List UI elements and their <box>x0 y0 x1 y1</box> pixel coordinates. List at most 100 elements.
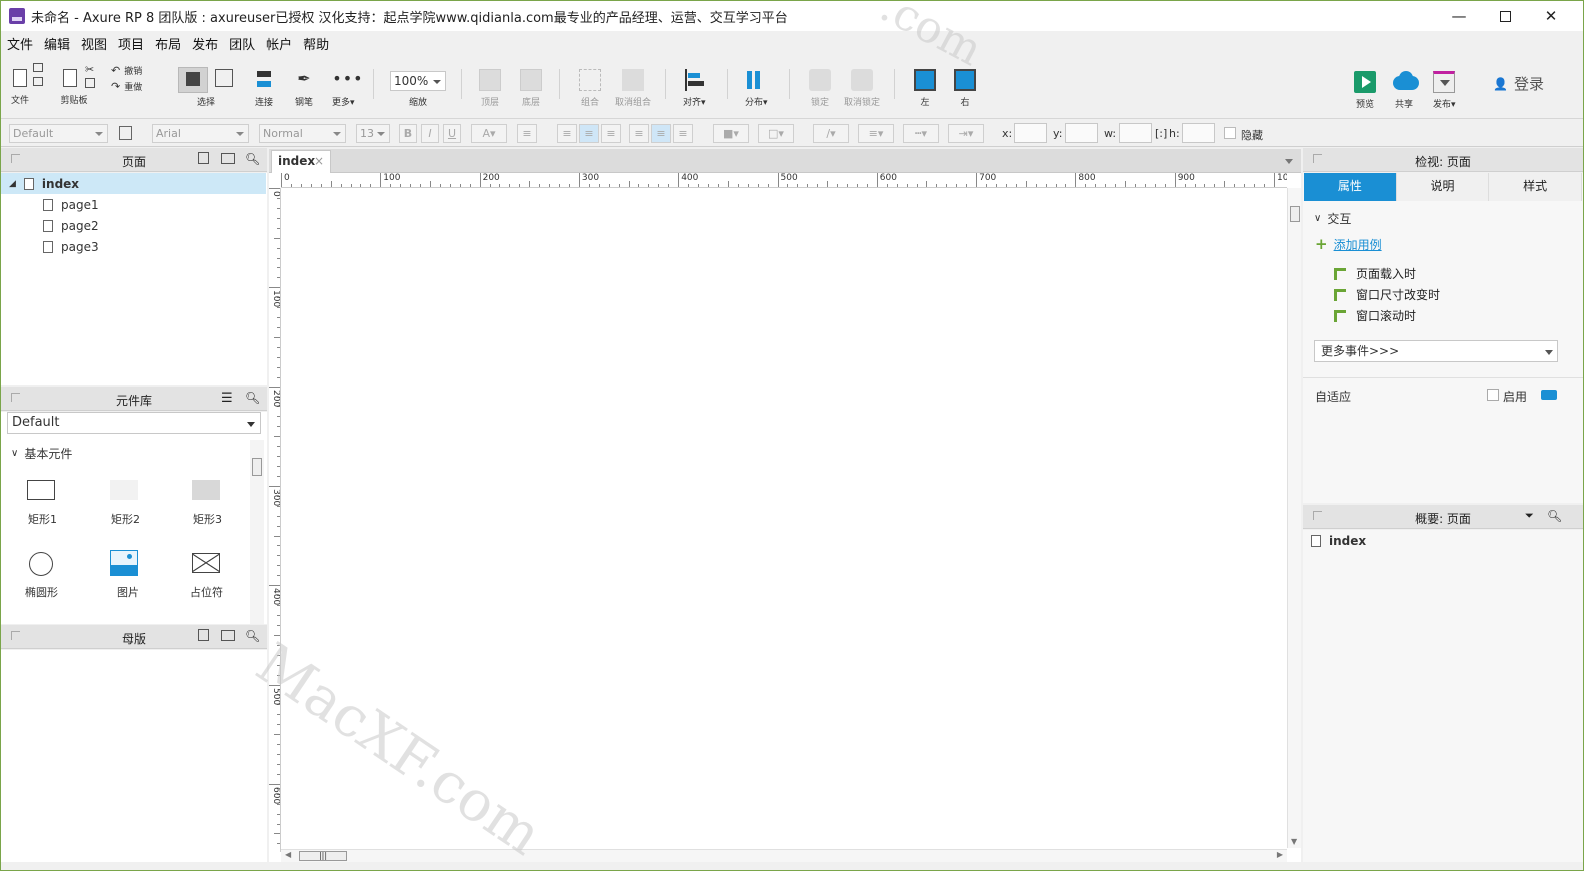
library-section-basic[interactable]: ∨ 基本元件 <box>11 445 72 462</box>
rectangle2-widget-icon[interactable] <box>110 480 138 500</box>
page-item-page2[interactable]: page2 <box>1 215 266 236</box>
publish-button[interactable]: 发布▾ <box>1433 71 1456 110</box>
left-panel-toggle[interactable]: 左 <box>914 69 936 108</box>
select-mode-button[interactable] <box>178 67 208 93</box>
add-folder-icon[interactable] <box>221 630 235 641</box>
width-input[interactable] <box>1119 123 1152 143</box>
search-icon[interactable]: 🔍︎ <box>245 391 260 405</box>
close-tab-icon[interactable]: × <box>314 151 324 172</box>
scroll-down-icon[interactable]: ▼ <box>1291 837 1297 846</box>
adaptive-settings-icon[interactable] <box>1541 390 1557 400</box>
menu-edit[interactable]: 编辑 <box>44 34 70 53</box>
valign-top-button[interactable]: ≡ <box>629 124 649 143</box>
menu-project[interactable]: 项目 <box>118 34 144 53</box>
underline-button[interactable]: U <box>443 124 461 143</box>
share-button[interactable]: 共享 <box>1393 71 1419 110</box>
clipboard-button[interactable]: ✂ 剪贴板 <box>59 63 95 106</box>
lock-button[interactable]: 锁定 <box>809 69 831 108</box>
group-button[interactable]: 组合 <box>579 69 601 108</box>
tab-style[interactable]: 样式 <box>1489 173 1583 201</box>
h-scroll-thumb[interactable]: ||| <box>299 851 347 861</box>
image-widget-icon[interactable] <box>110 550 138 576</box>
select-contained-icon[interactable] <box>215 69 233 87</box>
align-button[interactable]: 对齐▾ <box>683 69 706 108</box>
menu-layout[interactable]: 布局 <box>155 34 181 53</box>
add-page-icon[interactable] <box>198 152 209 164</box>
shadow-button[interactable]: □▾ <box>758 124 794 143</box>
rectangle1-widget-icon[interactable] <box>27 480 55 500</box>
library-select[interactable]: Default <box>7 412 261 434</box>
menu-publish[interactable]: 发布 <box>192 34 218 53</box>
undo-button[interactable]: ↶ 撤销 <box>111 64 142 77</box>
align-left-button[interactable]: ≡ <box>557 124 577 143</box>
connect-button[interactable]: 连接 <box>253 69 275 108</box>
send-to-back-button[interactable]: 底层 <box>520 69 542 108</box>
tab-properties[interactable]: 属性 <box>1304 173 1397 201</box>
align-center-button[interactable]: ≡ <box>579 124 599 143</box>
font-size-select[interactable]: 13 <box>356 124 390 143</box>
tab-index[interactable]: index × <box>271 150 331 173</box>
y-input[interactable] <box>1065 123 1098 143</box>
event-window-resize[interactable]: 窗口尺寸改变时 <box>1334 286 1440 303</box>
menu-team[interactable]: 团队 <box>229 34 255 53</box>
scroll-left-icon[interactable]: ◀ <box>285 850 291 859</box>
style-editor-icon[interactable] <box>119 126 132 140</box>
rectangle3-widget-icon[interactable] <box>192 480 220 500</box>
tab-list-dropdown-icon[interactable] <box>1285 159 1293 164</box>
font-family-select[interactable]: Arial <box>152 124 249 143</box>
fill-color-button[interactable]: ■▾ <box>713 124 749 143</box>
horizontal-scrollbar[interactable]: ||| ◀ ▶ <box>281 849 1287 862</box>
filter-icon[interactable]: ⏷ <box>1525 509 1539 523</box>
menu-account[interactable]: 帐户 <box>266 34 292 53</box>
outline-item-index[interactable]: index <box>1311 534 1366 548</box>
expand-triangle-icon[interactable]: ◢ <box>9 179 16 189</box>
menu-icon[interactable]: ☰ <box>221 391 235 406</box>
height-input[interactable] <box>1182 123 1215 143</box>
interaction-section[interactable]: ∨ 交互 <box>1314 210 1351 227</box>
file-button[interactable]: 文件 <box>9 63 43 106</box>
x-input[interactable] <box>1014 123 1047 143</box>
search-icon[interactable]: 🔍︎ <box>245 629 260 643</box>
font-color-button[interactable]: A▾ <box>471 124 507 143</box>
pen-button[interactable]: ✒ 钢笔 <box>293 69 315 108</box>
valign-middle-button[interactable]: ≡ <box>651 124 671 143</box>
event-page-load[interactable]: 页面载入时 <box>1334 265 1416 282</box>
line-width-button[interactable]: ≡▾ <box>858 124 894 143</box>
more-events-select[interactable]: 更多事件>>> <box>1314 340 1558 362</box>
tab-notes[interactable]: 说明 <box>1397 173 1490 201</box>
zoom-select[interactable]: 100% <box>390 71 446 91</box>
search-icon[interactable]: 🔍︎ <box>1547 509 1562 523</box>
italic-button[interactable]: I <box>421 124 439 143</box>
event-window-scroll[interactable]: 窗口滚动时 <box>1334 307 1416 324</box>
bullet-list-button[interactable]: ≡ <box>517 124 537 143</box>
design-canvas[interactable] <box>281 188 1287 849</box>
library-scrollbar[interactable] <box>250 440 264 624</box>
menu-file[interactable]: 文件 <box>7 34 33 53</box>
maximize-button[interactable] <box>1482 1 1528 31</box>
add-folder-icon[interactable] <box>221 153 235 164</box>
add-master-icon[interactable] <box>198 629 209 641</box>
more-button[interactable]: ••• 更多▾ <box>332 69 363 108</box>
bold-button[interactable]: B <box>399 124 417 143</box>
preview-button[interactable]: 预览 <box>1354 71 1376 110</box>
add-case-link[interactable]: + 添加用例 <box>1315 235 1382 253</box>
placeholder-widget-icon[interactable] <box>192 553 220 573</box>
page-item-page3[interactable]: page3 <box>1 236 266 257</box>
ellipse-widget-icon[interactable] <box>29 552 53 576</box>
right-panel-toggle[interactable]: 右 <box>954 69 976 108</box>
adaptive-enable-checkbox[interactable] <box>1487 389 1499 401</box>
style-select[interactable]: Default <box>9 124 108 143</box>
ungroup-button[interactable]: 取消组合 <box>615 69 651 108</box>
font-weight-select[interactable]: Normal <box>259 124 346 143</box>
menu-view[interactable]: 视图 <box>81 34 107 53</box>
menu-help[interactable]: 帮助 <box>303 34 329 53</box>
distribute-button[interactable]: 分布▾ <box>745 69 768 108</box>
bring-to-front-button[interactable]: 顶层 <box>479 69 501 108</box>
hidden-checkbox[interactable] <box>1224 127 1236 139</box>
line-style-button[interactable]: ┅▾ <box>903 124 939 143</box>
login-button[interactable]: 👤 登录 <box>1493 73 1544 94</box>
scroll-thumb[interactable] <box>1290 206 1300 222</box>
page-item-index[interactable]: ◢ index <box>1 173 266 194</box>
line-color-button[interactable]: ∕▾ <box>813 124 849 143</box>
search-icon[interactable]: 🔍︎ <box>245 152 260 166</box>
